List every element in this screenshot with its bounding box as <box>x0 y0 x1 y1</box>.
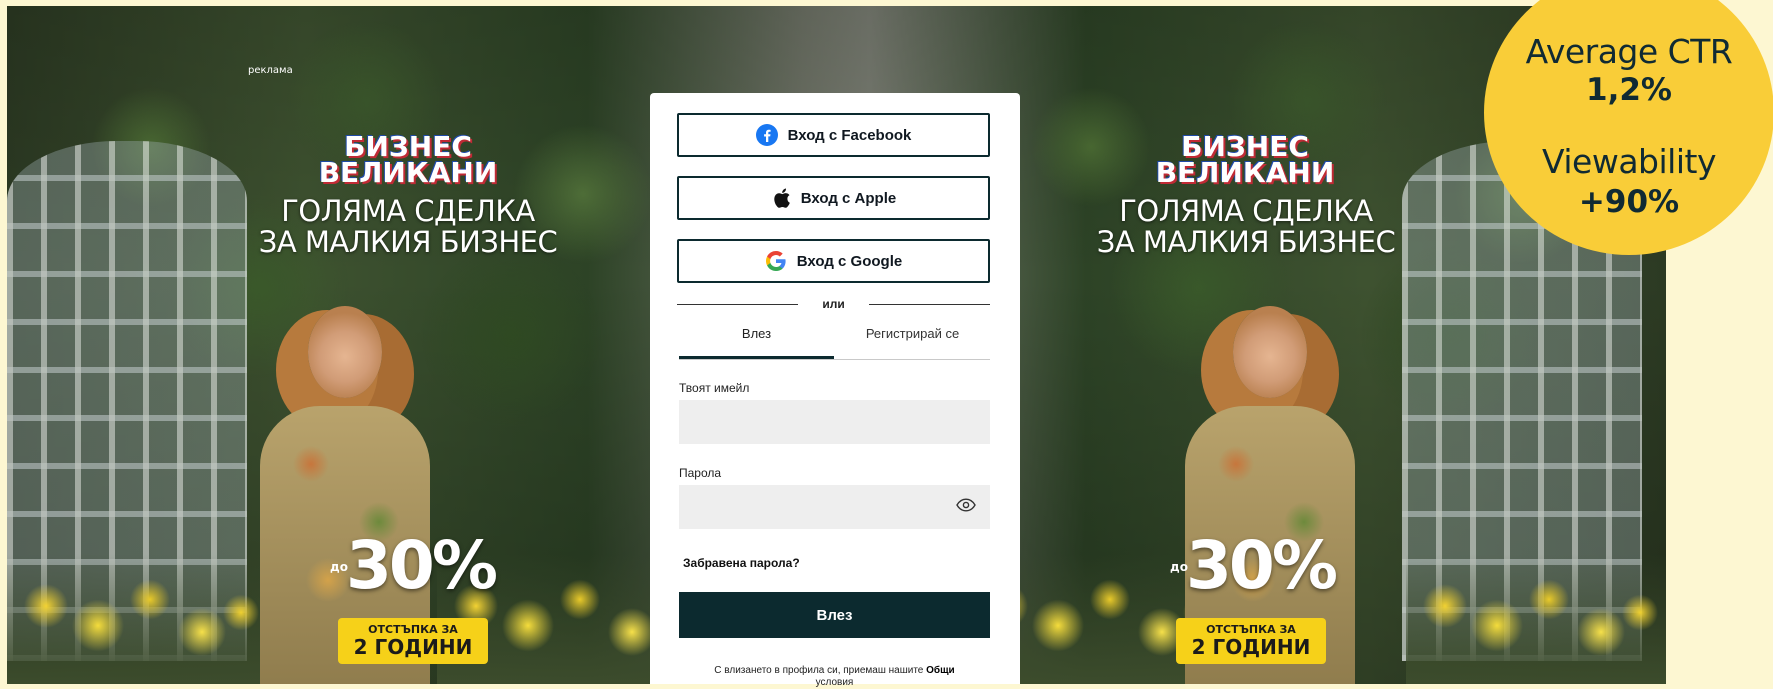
terms-text: С влизането в профила си, приемаш нашите <box>714 665 924 676</box>
ad-label: реклама <box>248 65 293 76</box>
badge-top: ОТСТЪПКА ЗА <box>368 623 458 636</box>
stats-badge: Average CTR 1,2% Viewability +90% <box>1484 0 1773 255</box>
slogan-line1: ГОЛЯМА СДЕЛКА <box>1119 194 1373 228</box>
badge-bottom: 2 ГОДИНИ <box>353 635 473 659</box>
discount-value-right: 30% <box>1186 527 1338 604</box>
terms-link[interactable]: Общи <box>926 665 955 676</box>
promo-badge-left: ОТСТЪПКА ЗА 2 ГОДИНИ <box>338 618 488 664</box>
facebook-login-button[interactable]: Вход с Facebook <box>677 113 990 157</box>
login-submit-button[interactable]: Влез <box>679 592 990 638</box>
google-login-button[interactable]: Вход с Google <box>677 239 990 283</box>
or-divider: или <box>677 296 991 312</box>
brand-line2: ВЕЛИКАНИ <box>1155 155 1335 189</box>
password-field[interactable] <box>679 485 990 529</box>
google-login-label: Вход с Google <box>796 252 903 270</box>
brand-line2: ВЕЛИКАНИ <box>318 155 498 189</box>
google-icon <box>765 251 786 271</box>
brand-logo-right: БИЗНЕС ВЕЛИКАНИ <box>1155 133 1335 189</box>
viewability-label: Viewability <box>1542 142 1716 181</box>
tab-login[interactable]: Влез <box>679 321 834 359</box>
viewability-value: +90% <box>1578 184 1680 220</box>
badge-bottom: 2 ГОДИНИ <box>1191 635 1311 659</box>
brand-logo-left: БИЗНЕС ВЕЛИКАНИ <box>318 133 498 189</box>
promo-badge-right: ОТСТЪПКА ЗА 2 ГОДИНИ <box>1176 618 1326 664</box>
ctr-value: 1,2% <box>1586 72 1672 108</box>
badge-top: ОТСТЪПКА ЗА <box>1206 623 1296 636</box>
email-label: Твоят имейл <box>679 381 750 395</box>
apple-login-label: Вход с Apple <box>800 189 897 207</box>
login-panel: Вход с Facebook Вход с Apple Вход с Goog… <box>650 93 1020 688</box>
slogan-right: ГОЛЯМА СДЕЛКА ЗА МАЛКИЯ БИЗНЕС <box>1074 194 1418 260</box>
auth-tabs: Влез Регистрирай се <box>679 321 990 360</box>
facebook-icon <box>755 124 778 146</box>
flowers-left <box>7 554 267 684</box>
show-password-eye-icon[interactable] <box>956 497 976 513</box>
apple-icon <box>774 188 790 208</box>
slogan-line1: ГОЛЯМА СДЕЛКА <box>281 194 535 228</box>
email-field[interactable] <box>679 400 990 444</box>
slogan-line2: ЗА МАЛКИЯ БИЗНЕС <box>258 225 558 260</box>
flowers-right <box>1406 554 1666 684</box>
terms-notice: С влизането в профила си, приемаш нашите… <box>679 665 990 689</box>
password-label: Парола <box>679 466 722 480</box>
forgot-password-link[interactable]: Забравена парола? <box>683 556 800 570</box>
slogan-left: ГОЛЯМА СДЕЛКА ЗА МАЛКИЯ БИЗНЕС <box>236 194 580 260</box>
terms-link-continued[interactable]: условия <box>679 677 990 689</box>
apple-login-button[interactable]: Вход с Apple <box>677 176 990 220</box>
facebook-login-label: Вход с Facebook <box>787 126 912 144</box>
ctr-label: Average CTR <box>1525 32 1733 71</box>
slogan-line2: ЗА МАЛКИЯ БИЗНЕС <box>1096 225 1396 260</box>
tab-register[interactable]: Регистрирай се <box>835 321 990 359</box>
discount-value-left: 30% <box>346 527 498 604</box>
divider-text: или <box>822 297 845 311</box>
